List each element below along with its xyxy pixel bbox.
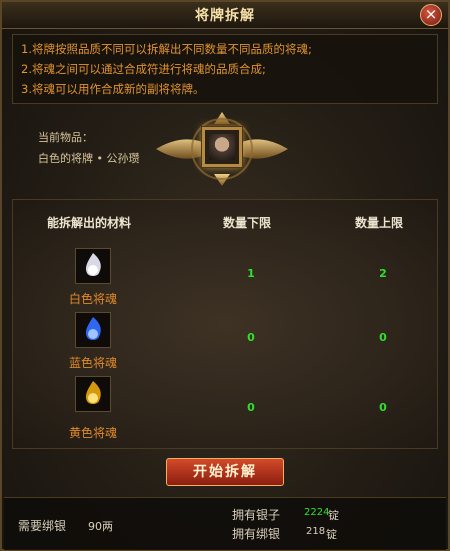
required-bound-silver-value: 90两 [88,520,113,533]
blue-soul-label: 蓝色将魂 [68,356,117,370]
current-item-value: 白色的将牌 • 公孙瓒 [38,152,140,165]
yellow-soul-max: 0 [379,401,387,414]
item-slot[interactable] [202,127,242,167]
white-soul-max: 2 [379,267,387,280]
title-bar: 将牌拆解 × [2,2,448,29]
close-icon[interactable]: × [420,4,442,26]
white-soul-label: 白色将魂 [68,292,117,306]
general-portrait-icon [209,134,235,160]
blue-soul-min: 0 [247,331,255,344]
yellow-soul-label: 黄色将魂 [68,426,117,440]
materials-table: 能拆解出的材料 数量下限 数量上限 白色将魂 1 2 蓝色将魂 0 0 黄色将魂… [12,199,438,449]
header-materials: 能拆解出的材料 [47,216,132,230]
owned-silver-value: 2224 [304,507,330,518]
rule-3: 3.将魂可以用作合成新的副将将牌。 [21,82,205,96]
rule-1: 1.将牌按照品质不同可以拆解出不同数量不同品质的将魂; [21,42,312,56]
required-bound-silver-label: 需要绑银 [18,519,67,533]
blue-soul-max: 0 [379,331,387,344]
start-decompose-button[interactable]: 开始拆解 [166,458,284,486]
current-item-label: 当前物品： [38,131,93,144]
rule-2: 2.将魂之间可以通过合成符进行将魂的品质合成; [21,62,266,76]
currency-footer: 需要绑银 90两 拥有银子 2224 锭 拥有绑银 218 锭 [4,497,446,550]
owned-silver-label: 拥有银子 [232,508,281,522]
white-soul-icon[interactable] [75,248,111,284]
rules-box: 1.将牌按照品质不同可以拆解出不同数量不同品质的将魂; 2.将魂之间可以通过合成… [12,34,438,104]
yellow-soul-min: 0 [247,401,255,414]
owned-silver-unit: 锭 [328,509,339,522]
owned-bound-silver-value: 218 [306,526,326,537]
window-title: 将牌拆解 [195,8,255,24]
decompose-window: 将牌拆解 × 1.将牌按照品质不同可以拆解出不同数量不同品质的将魂; 2.将魂之… [0,0,450,551]
owned-bound-silver-unit: 锭 [326,528,337,541]
owned-bound-silver-label: 拥有绑银 [232,527,281,541]
yellow-soul-icon[interactable] [75,376,111,412]
header-min: 数量下限 [223,216,272,230]
white-soul-min: 1 [247,267,255,280]
header-max: 数量上限 [355,216,404,230]
blue-soul-icon[interactable] [75,312,111,348]
